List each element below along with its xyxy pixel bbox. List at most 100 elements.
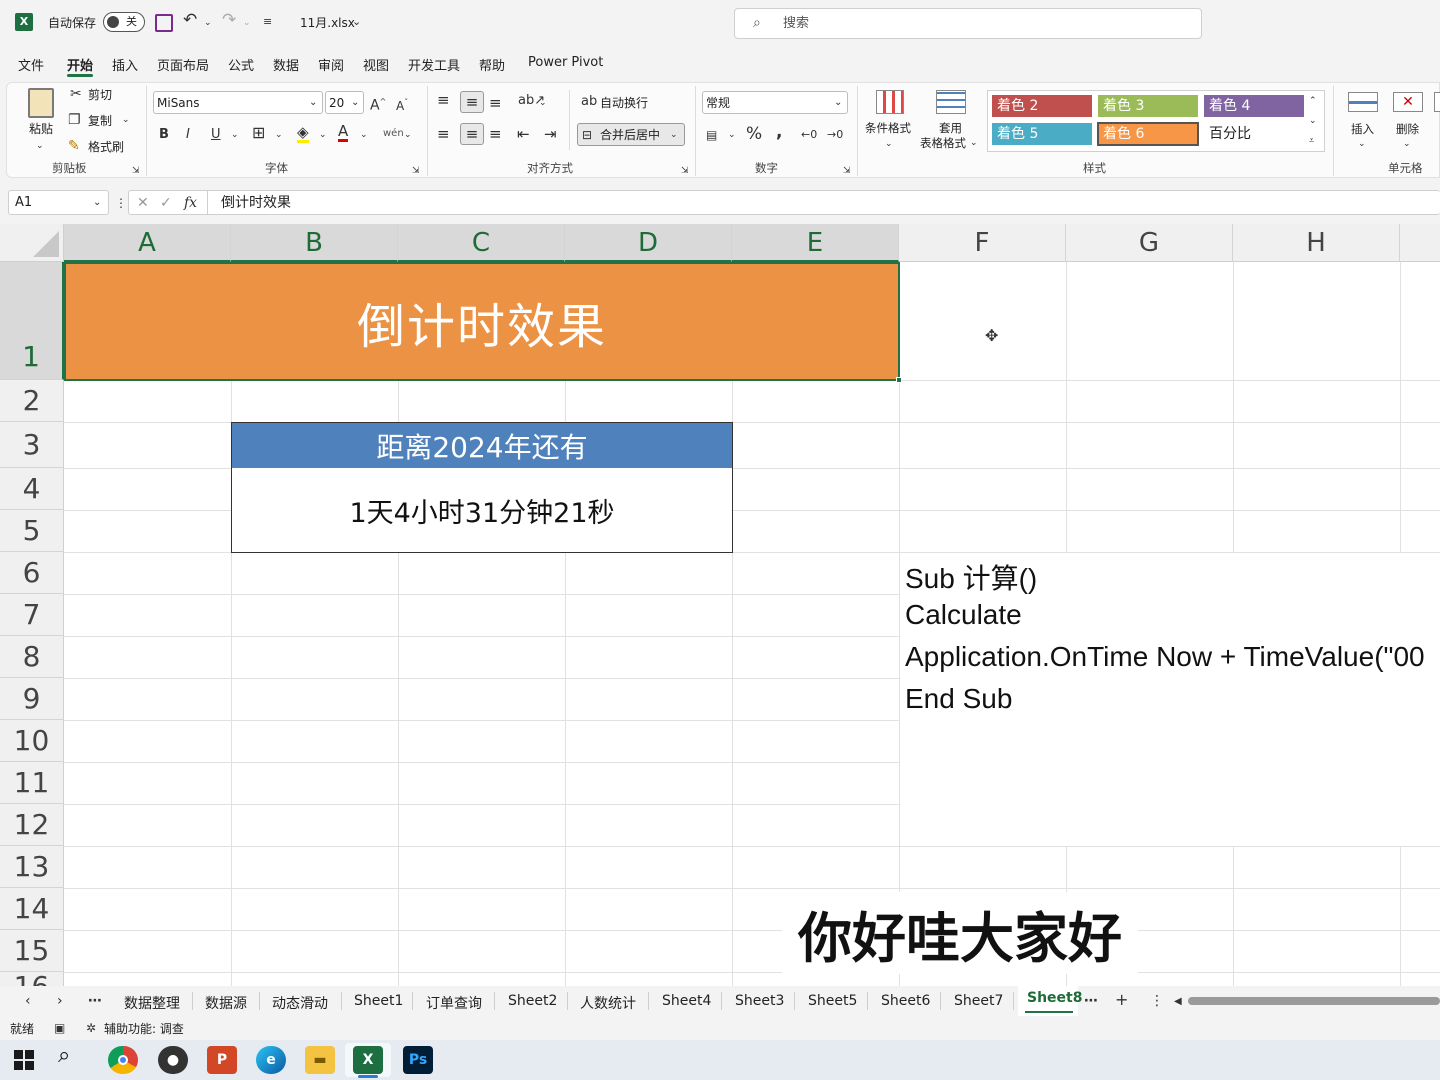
format-cells-icon[interactable] bbox=[1434, 92, 1440, 112]
tab-options-icon[interactable]: ⋮ bbox=[1150, 993, 1164, 1009]
more-tabs-icon[interactable]: ⋯ bbox=[88, 993, 102, 1009]
conditional-format-icon[interactable] bbox=[876, 90, 904, 114]
row-header-14[interactable]: 14 bbox=[0, 888, 64, 930]
delete-cells-button[interactable]: 删除 bbox=[1396, 121, 1419, 137]
gallery-more-icon[interactable]: ⩡ bbox=[1309, 133, 1314, 149]
wrap-text-button[interactable]: 自动换行 bbox=[600, 95, 648, 111]
powerpoint-icon[interactable]: P bbox=[207, 1046, 237, 1074]
row-header-12[interactable]: 12 bbox=[0, 804, 64, 846]
gallery-down-icon[interactable]: ⌄ bbox=[1309, 113, 1317, 129]
more-options-icon[interactable]: ⋮ bbox=[115, 195, 127, 211]
delete-cells-icon[interactable]: ✕ bbox=[1393, 92, 1423, 112]
redo-dropdown-icon[interactable]: ⌄ bbox=[243, 15, 251, 31]
menu-home[interactable]: 开始 bbox=[67, 55, 93, 74]
wrap-text-icon[interactable]: ab bbox=[581, 94, 597, 110]
align-center-icon[interactable]: ≡ bbox=[460, 123, 484, 145]
accessibility-status[interactable]: 辅助功能: 调查 bbox=[104, 1021, 184, 1037]
align-bottom-icon[interactable]: ≡ bbox=[489, 95, 502, 111]
menu-view[interactable]: 视图 bbox=[363, 55, 389, 74]
more-sheets-icon[interactable]: ⋯ bbox=[1084, 993, 1098, 1009]
name-box[interactable]: A1 ⌄ bbox=[8, 190, 109, 215]
paste-icon[interactable] bbox=[28, 88, 54, 118]
column-header-f[interactable]: F bbox=[899, 224, 1066, 262]
scroll-tabs-left-icon[interactable]: ‹ bbox=[25, 993, 31, 1009]
clipboard-launcher-icon[interactable]: ⇲ bbox=[132, 163, 140, 179]
paste-dropdown-icon[interactable]: ⌄ bbox=[36, 138, 44, 154]
autosave-toggle[interactable]: 关 bbox=[103, 12, 145, 32]
menu-insert[interactable]: 插入 bbox=[112, 55, 138, 74]
row-header-10[interactable]: 10 bbox=[0, 720, 64, 762]
align-right-icon[interactable]: ≡ bbox=[489, 126, 502, 142]
conditional-dropdown-icon[interactable]: ⌄ bbox=[885, 136, 893, 152]
cut-button[interactable]: 剪切 bbox=[88, 87, 112, 103]
column-header-d[interactable]: D bbox=[565, 224, 732, 262]
row-header-11[interactable]: 11 bbox=[0, 762, 64, 804]
column-header-c[interactable]: C bbox=[398, 224, 565, 262]
row-header-4[interactable]: 4 bbox=[0, 468, 64, 510]
bold-icon[interactable]: B bbox=[159, 127, 169, 143]
sheet-tab[interactable]: 人数统计 bbox=[580, 993, 636, 1013]
add-sheet-icon[interactable]: + bbox=[1115, 992, 1128, 1008]
sheet-tab[interactable]: Sheet1 bbox=[354, 993, 403, 1009]
font-launcher-icon[interactable]: ⇲ bbox=[412, 163, 420, 179]
menu-page-layout[interactable]: 页面布局 bbox=[157, 55, 209, 74]
redo-icon[interactable]: ↷ bbox=[222, 12, 236, 29]
scroll-left-icon[interactable]: ◀ bbox=[1174, 994, 1182, 1010]
save-icon[interactable] bbox=[155, 14, 173, 32]
sheet-tab[interactable]: 数据整理 bbox=[124, 993, 180, 1013]
paste-button[interactable]: 粘贴 bbox=[29, 121, 53, 137]
number-launcher-icon[interactable]: ⇲ bbox=[843, 163, 851, 179]
align-middle-icon[interactable]: ≡ bbox=[460, 91, 484, 113]
underline-icon[interactable]: U bbox=[211, 127, 221, 143]
photoshop-icon[interactable]: Ps bbox=[403, 1046, 433, 1074]
decrease-font-icon[interactable]: Aˇ bbox=[396, 95, 408, 114]
sheet-tab[interactable]: Sheet7 bbox=[954, 993, 1003, 1009]
alignment-launcher-icon[interactable]: ⇲ bbox=[681, 163, 689, 179]
sheet-tab[interactable]: Sheet6 bbox=[881, 993, 930, 1009]
increase-indent-icon[interactable]: ⇥ bbox=[544, 126, 557, 142]
customize-toolbar-icon[interactable]: ≡ bbox=[263, 14, 272, 30]
sheet-tab[interactable]: Sheet5 bbox=[808, 993, 857, 1009]
search-icon[interactable]: ⌕ bbox=[58, 1045, 70, 1067]
menu-review[interactable]: 审阅 bbox=[318, 55, 344, 74]
insert-cells-icon[interactable] bbox=[1348, 92, 1378, 112]
row-header-15[interactable]: 15 bbox=[0, 930, 64, 972]
accounting-dropdown-icon[interactable]: ⌄ bbox=[728, 127, 736, 143]
table-format-icon[interactable] bbox=[936, 90, 966, 114]
row-header-13[interactable]: 13 bbox=[0, 846, 64, 888]
row-header-5[interactable]: 5 bbox=[0, 510, 64, 552]
fill-handle[interactable] bbox=[896, 377, 902, 383]
phonetic-icon[interactable]: wén bbox=[383, 126, 404, 142]
column-header-i[interactable] bbox=[1400, 224, 1440, 262]
decrease-decimal-icon[interactable]: →0 bbox=[827, 127, 843, 143]
copy-button[interactable]: 复制 bbox=[88, 113, 112, 129]
number-format-select[interactable]: 常规 ⌄ bbox=[702, 91, 848, 114]
decrease-indent-icon[interactable]: ⇤ bbox=[517, 126, 530, 142]
font-color-dropdown-icon[interactable]: ⌄ bbox=[360, 127, 368, 143]
borders-icon[interactable]: ⊞ bbox=[252, 125, 265, 141]
align-left-icon[interactable]: ≡ bbox=[437, 126, 450, 142]
column-header-e[interactable]: E bbox=[732, 224, 899, 262]
search-box[interactable]: ⌕ 搜索 bbox=[734, 8, 1202, 39]
horizontal-scrollbar[interactable] bbox=[1188, 997, 1440, 1005]
file-name[interactable]: 11月.xlsx bbox=[300, 15, 355, 31]
align-top-icon[interactable]: ≡ bbox=[437, 92, 450, 108]
title-cell[interactable]: 倒计时效果 bbox=[64, 262, 900, 381]
row-header-7[interactable]: 7 bbox=[0, 594, 64, 636]
borders-dropdown-icon[interactable]: ⌄ bbox=[275, 127, 283, 143]
copy-icon[interactable]: ❐ bbox=[68, 112, 81, 128]
countdown-value-cell[interactable]: 1天4小时31分钟21秒 bbox=[231, 468, 733, 553]
sheet-tab-active[interactable]: Sheet8 bbox=[1027, 990, 1082, 1006]
worksheet-grid[interactable]: A B C D E F G H 1 2 3 4 5 6 7 8 9 10 11 … bbox=[0, 224, 1440, 986]
column-header-a[interactable]: A bbox=[64, 224, 231, 262]
formula-input[interactable]: ✕ ✓ fx 倒计时效果 bbox=[128, 190, 1440, 215]
undo-dropdown-icon[interactable]: ⌄ bbox=[204, 15, 212, 31]
gallery-up-icon[interactable]: ⌃ bbox=[1309, 93, 1317, 109]
increase-font-icon[interactable]: A^ bbox=[370, 94, 386, 114]
row-header-9[interactable]: 9 bbox=[0, 678, 64, 720]
sheet-tab[interactable]: Sheet2 bbox=[508, 993, 557, 1009]
style-accent-6[interactable]: 着色 6 bbox=[1097, 122, 1199, 146]
windows-start-icon[interactable] bbox=[14, 1050, 34, 1070]
format-painter-button[interactable]: 格式刷 bbox=[88, 139, 124, 155]
chevron-down-icon[interactable]: ⌄ bbox=[352, 14, 361, 30]
